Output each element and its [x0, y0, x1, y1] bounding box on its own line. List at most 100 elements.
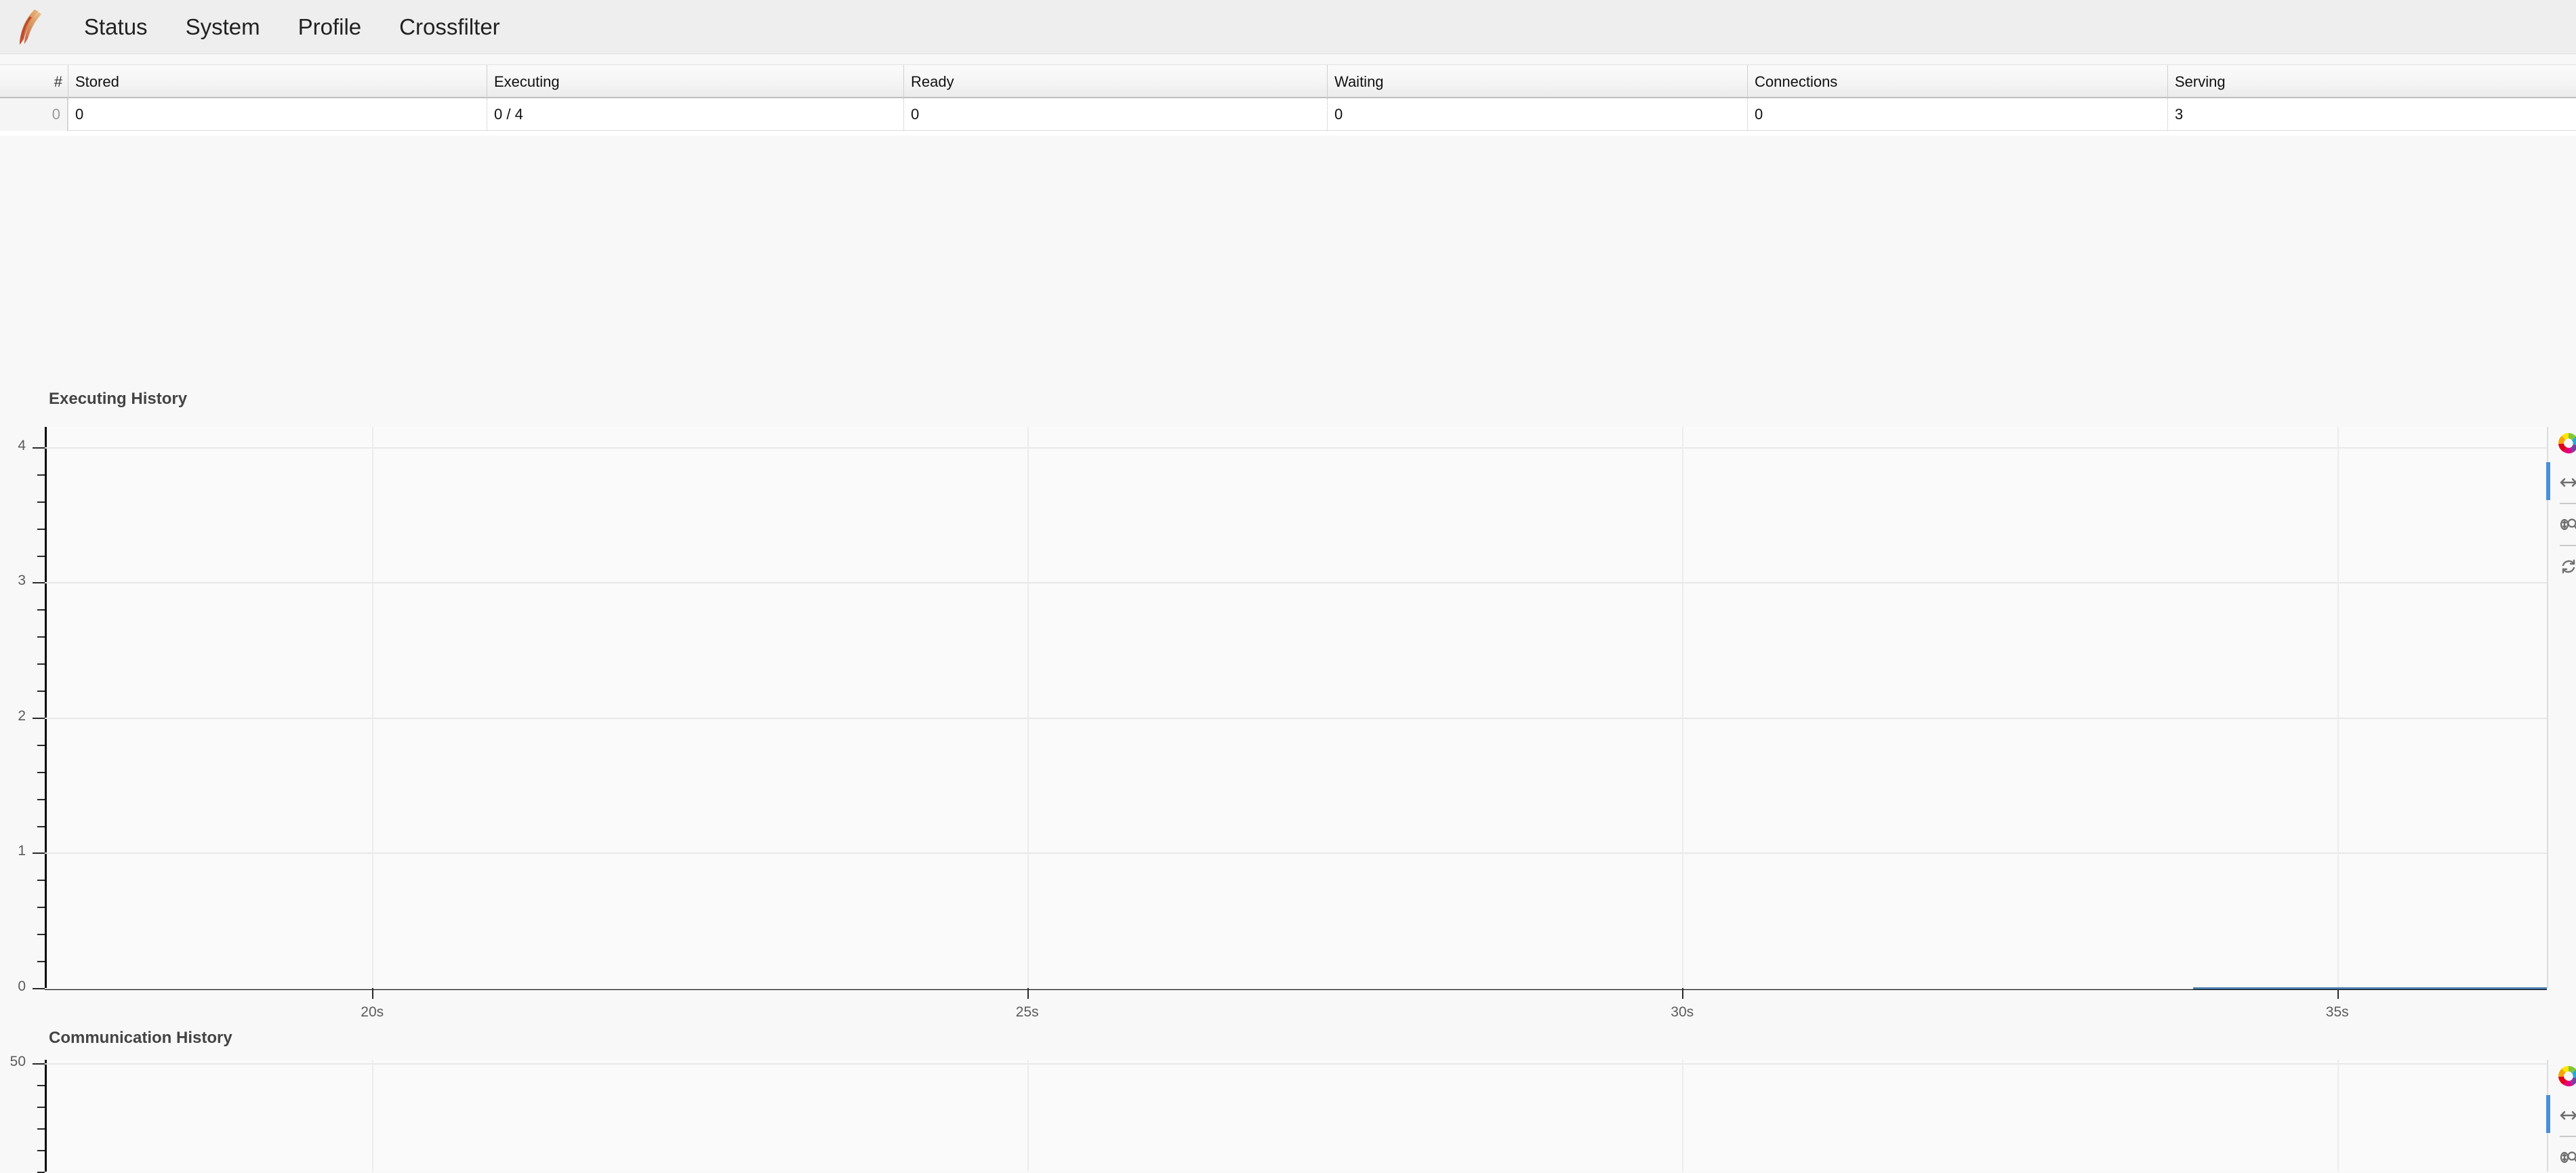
toolbar-divider: [2560, 1136, 2576, 1137]
y-gridline: [45, 717, 2547, 719]
bokeh-toolbar-0: [2546, 427, 2576, 581]
column-header-serving[interactable]: Serving: [2167, 65, 2576, 99]
executing-history-chart: Executing History 0 1 2 3 4 20s 25s 30s 35s: [0, 390, 2576, 1020]
cell-executing: 0 / 4: [487, 98, 903, 131]
y-tick-minor: [37, 474, 45, 476]
communication-history-plot-area[interactable]: [45, 1060, 2547, 1172]
y-tick-minor: [37, 1084, 45, 1086]
y-tick-minor: [37, 744, 45, 746]
cell-connections: 0: [1747, 98, 2167, 131]
x-tick-label: 20s: [361, 1004, 384, 1020]
box-zoom-y-tool[interactable]: [2554, 510, 2576, 539]
y-tick-minor: [37, 934, 45, 936]
toolbar-rail-0: [2547, 427, 2548, 988]
x-tick-label: 30s: [1671, 1004, 1694, 1020]
y-tick-minor: [37, 663, 45, 665]
x-gridline: [372, 427, 374, 988]
cell-serving: 3: [2167, 98, 2576, 131]
y-tick-minor: [37, 1149, 45, 1151]
x-gridline: [2337, 1060, 2339, 1172]
y-tick-minor: [37, 1106, 45, 1108]
nav-link-system[interactable]: System: [167, 0, 279, 54]
cell-ready: 0: [903, 98, 1327, 131]
y-tick-label: 3: [18, 573, 26, 589]
y-tick-minor: [37, 501, 45, 503]
y-tick-minor: [37, 1128, 45, 1130]
y-tick-major: [33, 988, 45, 989]
y-tick-label: 4: [18, 437, 26, 453]
top-navbar: Status System Profile Crossfilter: [0, 0, 2576, 54]
nav-link-status[interactable]: Status: [65, 0, 167, 54]
cell-stored: 0: [68, 98, 487, 131]
reset-tool[interactable]: [2554, 552, 2576, 581]
x-tick: [1682, 988, 1684, 999]
pan-tool[interactable]: [2546, 1095, 2576, 1133]
y-gridline: [45, 1063, 2547, 1065]
y-tick-major: [33, 1063, 45, 1065]
y-tick-major: [33, 582, 45, 584]
bokeh-logo-icon[interactable]: [2555, 1063, 2576, 1090]
y-axis-line-1: [45, 1060, 47, 1172]
x-gridline: [2337, 427, 2339, 988]
x-gridline: [1027, 1060, 1029, 1172]
toolbar-divider: [2560, 503, 2576, 504]
y-gridline: [45, 988, 2547, 989]
x-tick-label: 25s: [1015, 1004, 1039, 1020]
x-gridline: [372, 1060, 374, 1172]
communication-history-chart: Communication History 50: [0, 1029, 2576, 1173]
bokeh-toolbar-1: [2546, 1060, 2576, 1172]
y-gridline: [45, 582, 2547, 584]
column-header-executing[interactable]: Executing: [487, 65, 903, 99]
y-tick-label: 0: [18, 979, 26, 994]
column-header-connections[interactable]: Connections: [1747, 65, 2167, 99]
y-tick-minor: [37, 825, 45, 827]
y-tick-minor: [37, 880, 45, 882]
toolbar-divider: [2560, 545, 2576, 546]
column-header-stored[interactable]: Stored: [68, 65, 487, 99]
x-gridline: [1682, 427, 1684, 988]
y-tick-minor: [37, 528, 45, 530]
x-gridline: [1682, 1060, 1684, 1172]
column-header-ready[interactable]: Ready: [903, 65, 1327, 99]
cell-row-index: 0: [0, 98, 68, 131]
y-gridline: [45, 447, 2547, 449]
y-tick-major: [33, 447, 45, 449]
y-tick-label: 50: [9, 1053, 26, 1069]
nav-link-crossfilter[interactable]: Crossfilter: [380, 0, 519, 54]
table-row[interactable]: 0 0 0 / 4 0 0 0 3: [0, 98, 2576, 131]
box-zoom-y-tool[interactable]: [2554, 1143, 2576, 1172]
y-tick-label: 2: [18, 707, 26, 724]
executing-history-title: Executing History: [49, 390, 188, 408]
x-tick: [1027, 988, 1029, 999]
x-tick-label: 35s: [2325, 1004, 2349, 1020]
y-tick-minor: [37, 798, 45, 800]
y-tick-label: 1: [18, 843, 26, 859]
y-tick-minor: [37, 961, 45, 963]
x-gridline: [1027, 427, 1029, 988]
y-tick-minor: [37, 907, 45, 909]
nav-link-profile[interactable]: Profile: [279, 0, 381, 54]
y-tick-major: [33, 852, 45, 855]
executing-history-plot-area[interactable]: [45, 427, 2547, 988]
pan-tool[interactable]: [2546, 462, 2576, 500]
y-tick-major: [33, 717, 45, 719]
series-segment-executing: [2193, 987, 2547, 989]
worker-status-table: # Stored Executing Ready Waiting Connect…: [0, 64, 2576, 136]
y-axis-line-0: [45, 427, 47, 990]
communication-history-title: Communication History: [49, 1029, 232, 1047]
dask-logo-icon[interactable]: [14, 8, 46, 46]
table-header-row: # Stored Executing Ready Waiting Connect…: [0, 64, 2576, 99]
bokeh-logo-icon[interactable]: [2555, 430, 2576, 457]
x-tick: [2337, 988, 2339, 999]
cell-waiting: 0: [1327, 98, 1747, 131]
y-tick-minor: [37, 636, 45, 638]
y-tick-minor: [37, 609, 45, 611]
y-gridline: [45, 852, 2547, 855]
y-tick-minor: [37, 771, 45, 773]
column-header-index[interactable]: #: [0, 65, 68, 99]
nav-links: Status System Profile Crossfilter: [65, 0, 519, 54]
y-tick-minor: [37, 555, 45, 557]
x-tick: [372, 988, 374, 999]
y-tick-minor: [37, 691, 45, 693]
column-header-waiting[interactable]: Waiting: [1327, 65, 1747, 99]
